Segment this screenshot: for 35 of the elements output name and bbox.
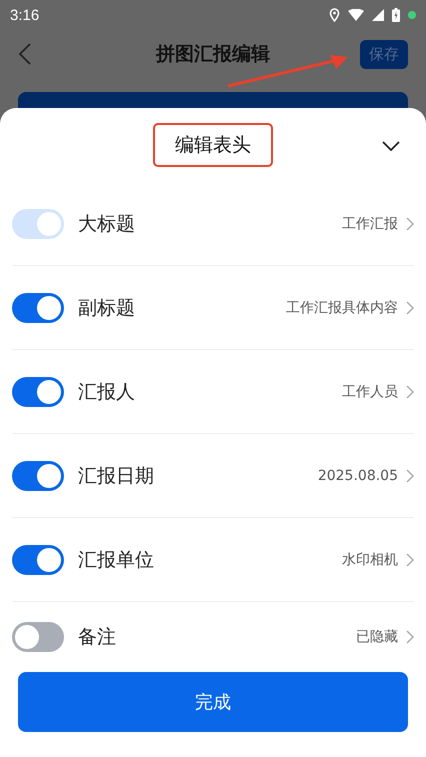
item-value: 工作汇报具体内容 [286, 298, 398, 316]
toggle-switch[interactable] [12, 544, 64, 574]
chevron-right-icon[interactable] [406, 384, 414, 398]
item-label: 副标题 [78, 296, 135, 320]
toggle-switch[interactable] [12, 460, 64, 490]
item-label: 大标题 [78, 212, 135, 236]
wifi-icon [348, 9, 364, 21]
location-icon [329, 8, 340, 22]
item-value: 工作人员 [342, 382, 398, 400]
toggle-switch[interactable] [12, 376, 64, 406]
chevron-right-icon[interactable] [406, 216, 414, 230]
item-value: 工作汇报 [342, 214, 398, 232]
save-button[interactable]: 保存 [360, 40, 408, 68]
item-label: 备注 [78, 625, 116, 650]
page-title: 拼图汇报编辑 [156, 42, 270, 67]
done-button[interactable]: 完成 [18, 672, 408, 732]
item-value: 已隐藏 [356, 628, 398, 646]
chevron-right-icon[interactable] [406, 300, 414, 314]
item-label: 汇报日期 [78, 464, 154, 488]
toggle-switch[interactable] [12, 622, 64, 652]
chevron-right-icon[interactable] [406, 468, 414, 482]
sheet-title: 编辑表头 [175, 134, 251, 156]
signal-icon [372, 9, 384, 21]
item-value: 水印相机 [342, 550, 398, 568]
battery-icon [392, 8, 400, 22]
collapse-icon[interactable] [382, 141, 400, 151]
notification-dot-icon [408, 11, 416, 19]
toggle-switch[interactable] [12, 292, 64, 322]
chevron-right-icon[interactable] [406, 552, 414, 566]
status-time: 3:16 [10, 6, 40, 24]
item-value: 2025.08.05 [318, 468, 398, 484]
item-label: 汇报人 [78, 380, 135, 404]
back-icon[interactable] [18, 43, 32, 65]
chevron-right-icon[interactable] [406, 630, 414, 644]
item-label: 汇报单位 [78, 548, 154, 572]
